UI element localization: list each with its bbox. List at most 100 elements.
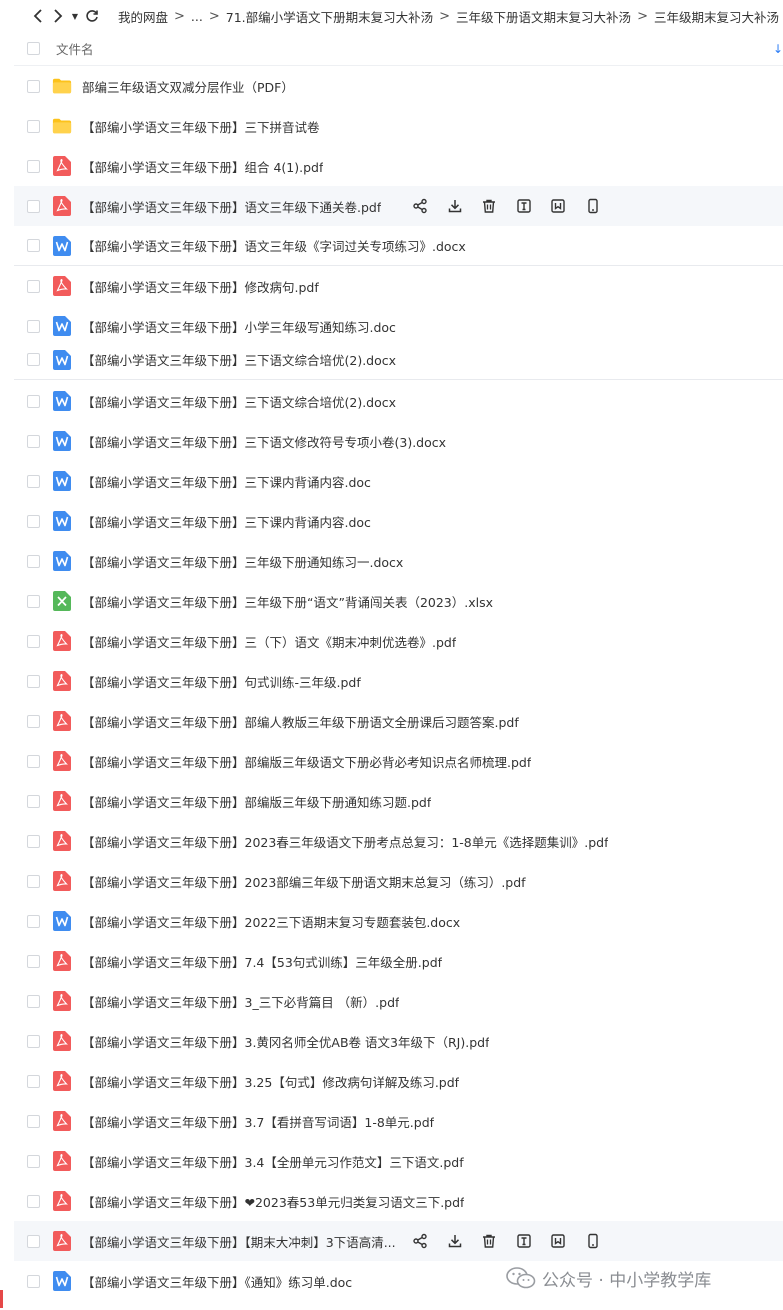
row-checkbox[interactable]: [27, 239, 40, 252]
file-name[interactable]: 【部编小学语文三年级下册】部编版三年级下册通知练习题.pdf: [82, 792, 431, 811]
delete-icon[interactable]: [479, 196, 499, 216]
file-name[interactable]: 【部编小学语文三年级下册】语文三年级《字词过关专项练习》.docx: [82, 236, 466, 255]
file-row[interactable]: 【部编小学语文三年级下册】三（下）语文《期末冲刺优选卷》.pdf: [14, 621, 783, 661]
breadcrumb-item[interactable]: 我的网盘: [114, 7, 172, 26]
download-icon[interactable]: [445, 196, 465, 216]
row-checkbox[interactable]: [27, 474, 40, 488]
file-name[interactable]: 【部编小学语文三年级下册】3.黄冈名师全优AB卷 语文3年级下（RJ).pdf: [82, 1032, 489, 1051]
row-checkbox[interactable]: [27, 714, 40, 728]
file-name[interactable]: 【部编小学语文三年级下册】三年级下册通知练习一.docx: [82, 552, 403, 571]
breadcrumb-item[interactable]: ...: [187, 9, 207, 24]
row-checkbox[interactable]: [27, 1194, 40, 1208]
breadcrumb-item[interactable]: 三年级期末复习大补汤: [650, 7, 783, 26]
history-dropdown-icon[interactable]: ▼: [68, 12, 82, 21]
file-row[interactable]: 【部编小学语文三年级下册】2023春三年级语文下册考点总复习：1-8单元《选择题…: [14, 821, 783, 861]
row-checkbox[interactable]: [27, 594, 40, 608]
folder-row[interactable]: 部编三年级语文双减分层作业（PDF）: [14, 66, 783, 106]
file-row[interactable]: 【部编小学语文三年级下册】部编版三年级下册通知练习题.pdf: [14, 781, 783, 821]
file-name[interactable]: 【部编小学语文三年级下册】《通知》练习单.doc: [82, 1272, 352, 1291]
sort-arrow-icon[interactable]: ↓: [773, 42, 783, 56]
file-row[interactable]: 【部编小学语文三年级下册】3.黄冈名师全优AB卷 语文3年级下（RJ).pdf: [14, 1021, 783, 1061]
file-row[interactable]: 【部编小学语文三年级下册】句式训练-三年级.pdf: [14, 661, 783, 701]
file-row[interactable]: 【部编小学语文三年级下册】3.25【句式】修改病句详解及练习.pdf: [14, 1061, 783, 1101]
file-name[interactable]: 【部编小学语文三年级下册】三下课内背诵内容.doc: [82, 472, 371, 491]
file-row[interactable]: 【部编小学语文三年级下册】三年级下册“语文”背诵闯关表（2023）.xlsx: [14, 581, 783, 621]
file-name[interactable]: 【部编小学语文三年级下册】三下课内背诵内容.doc: [82, 512, 371, 531]
row-checkbox[interactable]: [27, 79, 40, 93]
row-checkbox[interactable]: [27, 434, 40, 448]
breadcrumb-item[interactable]: 三年级下册语文期末复习大补汤: [452, 7, 635, 26]
file-name[interactable]: 【部编小学语文三年级下册】2023春三年级语文下册考点总复习：1-8单元《选择题…: [82, 832, 608, 851]
file-row[interactable]: 【部编小学语文三年级下册】语文三年级《字词过关专项练习》.docx: [14, 226, 783, 266]
file-name[interactable]: 【部编小学语文三年级下册】7.4【53句式训练】三年级全册.pdf: [82, 952, 442, 971]
collect-icon[interactable]: [548, 196, 568, 216]
row-checkbox[interactable]: [27, 994, 40, 1008]
file-row[interactable]: 【部编小学语文三年级下册】三下课内背诵内容.doc: [14, 461, 783, 501]
file-name[interactable]: 【部编小学语文三年级下册】三下拼音试卷: [82, 117, 320, 136]
row-checkbox[interactable]: [27, 1154, 40, 1168]
file-name[interactable]: 【部编小学语文三年级下册】三下语文修改符号专项小卷(3).docx: [82, 432, 446, 451]
row-checkbox[interactable]: [27, 834, 40, 848]
forward-button[interactable]: [48, 2, 68, 30]
phone-icon[interactable]: [583, 196, 603, 216]
file-name[interactable]: 【部编小学语文三年级下册】3.4【全册单元习作范文】三下语文.pdf: [82, 1152, 464, 1171]
row-checkbox[interactable]: [27, 353, 40, 366]
file-row[interactable]: 【部编小学语文三年级下册】组合 4(1).pdf: [14, 146, 783, 186]
back-button[interactable]: [28, 2, 48, 30]
row-checkbox[interactable]: [27, 119, 40, 133]
row-checkbox[interactable]: [27, 319, 40, 333]
file-row[interactable]: 【部编小学语文三年级下册】部编人教版三年级下册语文全册课后习题答案.pdf: [14, 701, 783, 741]
file-row[interactable]: 【部编小学语文三年级下册】三下语文修改符号专项小卷(3).docx: [14, 421, 783, 461]
row-checkbox[interactable]: [27, 1274, 40, 1288]
file-row[interactable]: 【部编小学语文三年级下册】语文三年级下通关卷.pdf: [14, 186, 783, 226]
file-row[interactable]: 【部编小学语文三年级下册】3_三下必背篇目 （新）.pdf: [14, 981, 783, 1021]
row-checkbox[interactable]: [27, 279, 40, 293]
file-name[interactable]: 【部编小学语文三年级下册】❤2023春53单元归类复习语文三下.pdf: [82, 1192, 464, 1211]
row-checkbox[interactable]: [27, 634, 40, 648]
file-name[interactable]: 【部编小学语文三年级下册】小学三年级写通知练习.doc: [82, 317, 396, 336]
row-checkbox[interactable]: [27, 554, 40, 568]
file-name[interactable]: 【部编小学语文三年级下册】3_三下必背篇目 （新）.pdf: [82, 992, 399, 1011]
column-filename[interactable]: 文件名: [56, 39, 94, 58]
row-checkbox[interactable]: [27, 1234, 40, 1248]
rename-icon[interactable]: [514, 196, 534, 216]
file-row[interactable]: 【部编小学语文三年级下册】三下语文综合培优(2).docx: [14, 381, 783, 421]
file-row[interactable]: 【部编小学语文三年级下册】部编版三年级语文下册必背必考知识点名师梳理.pdf: [14, 741, 783, 781]
file-row[interactable]: 【部编小学语文三年级下册】3.4【全册单元习作范文】三下语文.pdf: [14, 1141, 783, 1181]
file-row[interactable]: 【部编小学语文三年级下册】❤2023春53单元归类复习语文三下.pdf: [14, 1181, 783, 1221]
row-checkbox[interactable]: [27, 754, 40, 768]
row-checkbox[interactable]: [27, 1034, 40, 1048]
file-row[interactable]: 【部编小学语文三年级下册】2023部编三年级下册语文期末总复习（练习）.pdf: [14, 861, 783, 901]
file-row[interactable]: 【部编小学语文三年级下册】三下语文综合培优(2).docx: [14, 340, 783, 380]
file-name[interactable]: 【部编小学语文三年级下册】三下语文综合培优(2).docx: [82, 350, 396, 369]
file-row[interactable]: 【部编小学语文三年级下册】修改病句.pdf: [14, 266, 783, 306]
file-name[interactable]: 【部编小学语文三年级下册】2023部编三年级下册语文期末总复习（练习）.pdf: [82, 872, 526, 891]
row-checkbox[interactable]: [27, 954, 40, 968]
row-checkbox[interactable]: [27, 159, 40, 173]
row-checkbox[interactable]: [27, 794, 40, 808]
row-checkbox[interactable]: [27, 1114, 40, 1128]
collect-icon[interactable]: [548, 1231, 568, 1251]
select-all-checkbox[interactable]: [27, 42, 40, 55]
file-name[interactable]: 【部编小学语文三年级下册】三年级下册“语文”背诵闯关表（2023）.xlsx: [82, 592, 493, 611]
file-name[interactable]: 【部编小学语文三年级下册】部编版三年级语文下册必背必考知识点名师梳理.pdf: [82, 752, 531, 771]
file-name[interactable]: 【部编小学语文三年级下册】部编人教版三年级下册语文全册课后习题答案.pdf: [82, 712, 519, 731]
file-row[interactable]: 【部编小学语文三年级下册】三年级下册通知练习一.docx: [14, 541, 783, 581]
file-row[interactable]: 【部编小学语文三年级下册】2022三下语期末复习专题套装包.docx: [14, 901, 783, 941]
row-checkbox[interactable]: [27, 1074, 40, 1088]
phone-icon[interactable]: [583, 1231, 603, 1251]
file-name[interactable]: 【部编小学语文三年级下册】2022三下语期末复习专题套装包.docx: [82, 912, 460, 931]
refresh-button[interactable]: [82, 2, 102, 30]
file-name[interactable]: 【部编小学语文三年级下册】三下语文综合培优(2).docx: [82, 392, 396, 411]
file-row[interactable]: 【部编小学语文三年级下册】7.4【53句式训练】三年级全册.pdf: [14, 941, 783, 981]
row-checkbox[interactable]: [27, 914, 40, 928]
download-icon[interactable]: [445, 1231, 465, 1251]
file-name[interactable]: 【部编小学语文三年级下册】组合 4(1).pdf: [82, 157, 323, 176]
file-row[interactable]: 【部编小学语文三年级下册】3.7【看拼音写词语】1-8单元.pdf: [14, 1101, 783, 1141]
delete-icon[interactable]: [479, 1231, 499, 1251]
file-name[interactable]: 【部编小学语文三年级下册】3.7【看拼音写词语】1-8单元.pdf: [82, 1112, 434, 1131]
share-icon[interactable]: [410, 196, 430, 216]
row-checkbox[interactable]: [27, 394, 40, 408]
folder-row[interactable]: 【部编小学语文三年级下册】三下拼音试卷: [14, 106, 783, 146]
rename-icon[interactable]: [514, 1231, 534, 1251]
